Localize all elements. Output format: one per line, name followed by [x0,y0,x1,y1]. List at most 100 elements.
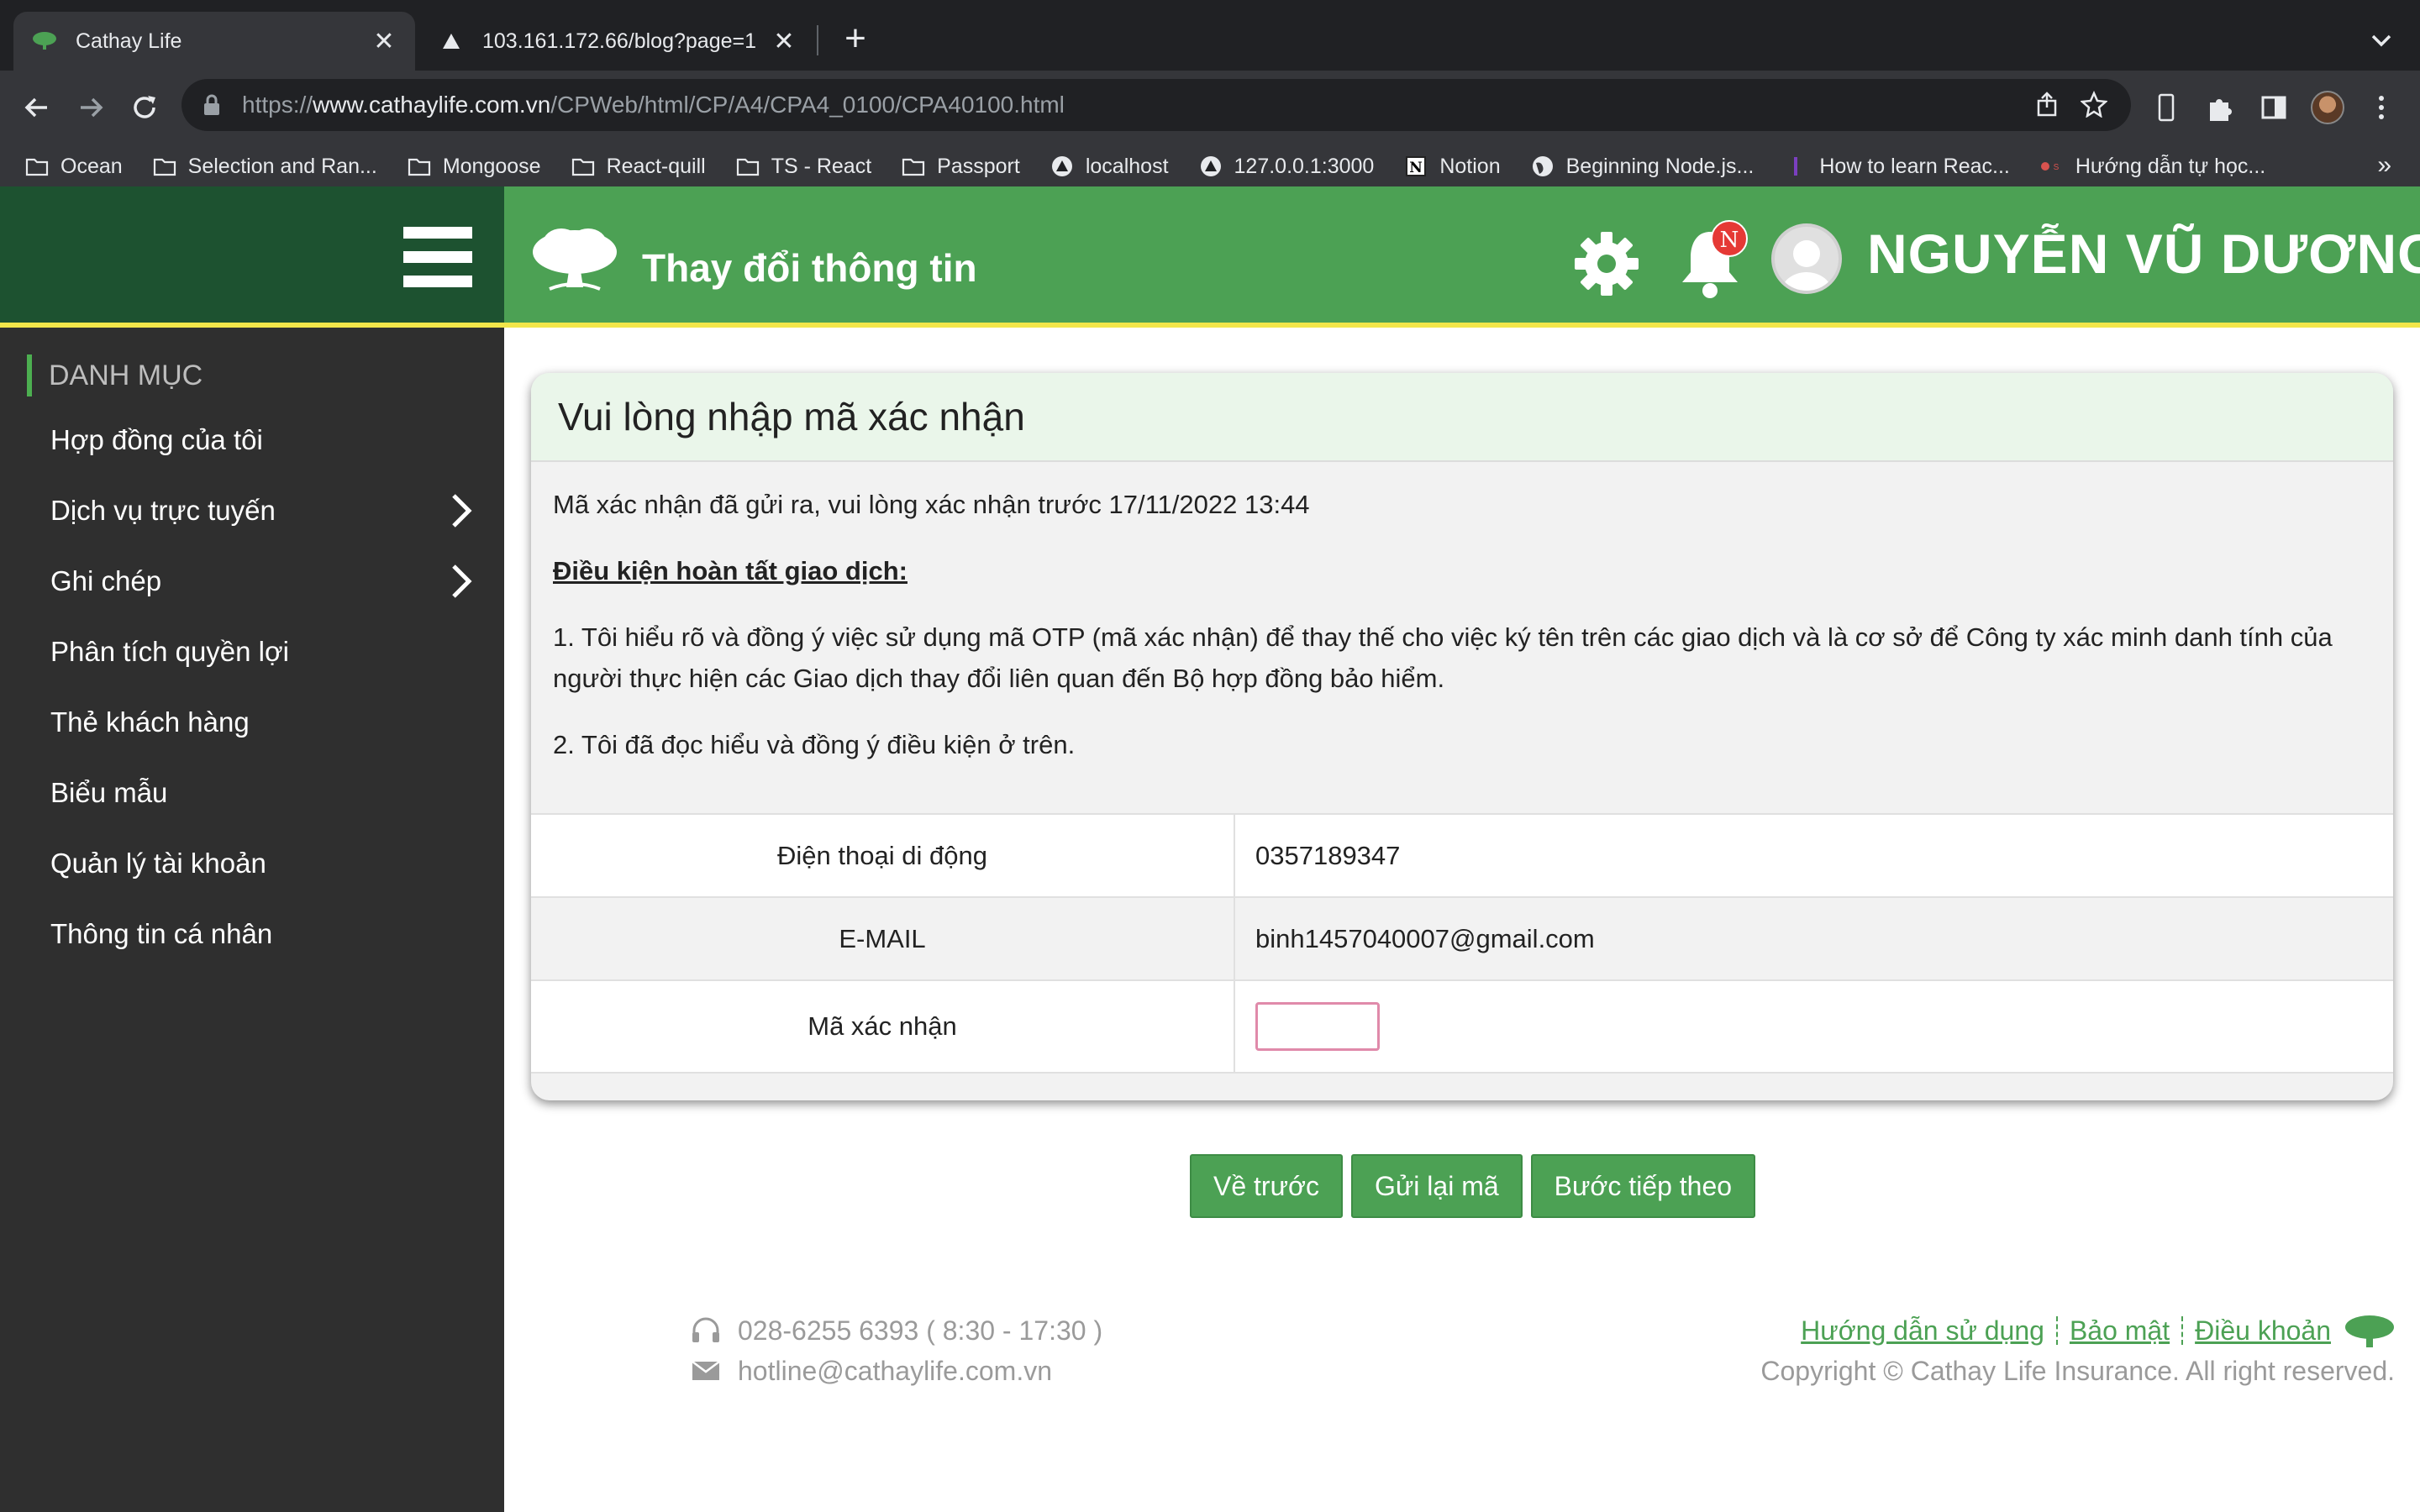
condition-2: 2. Tôi đã đọc hiểu và đồng ý điều kiện ở… [553,730,1076,759]
browser-tabstrip: Cathay Life ✕ 103.161.172.66/blog?page=1… [0,0,2420,71]
otp-notice: Mã xác nhận đã gửi ra, vui lòng xác nhận… [553,490,1310,519]
phone-icon[interactable] [2143,84,2190,131]
sidebar-item-label: Hợp đồng của tôi [50,424,263,455]
resend-code-button[interactable]: Gửi lại mã [1350,1154,1523,1218]
next-step-button[interactable]: Bước tiếp theo [1530,1154,1756,1218]
bookmark-item[interactable]: Mongoose [406,153,541,180]
hamburger-menu-icon[interactable] [403,227,472,287]
reload-icon[interactable] [121,84,168,131]
otp-input[interactable] [1255,1002,1380,1051]
chevron-right-icon[interactable] [442,492,479,529]
otp-cell [1235,981,2393,1072]
address-bar[interactable]: https://www.cathaylife.com.vn/CPWeb/html… [182,79,2131,131]
bookmark-item[interactable]: S Hướng dẫn tự học... [2039,153,2265,180]
back-arrow-icon[interactable] [13,84,60,131]
chevron-right-icon[interactable] [442,563,479,600]
bookmark-label: localhost [1085,154,1169,178]
svg-text:S: S [2054,163,2060,172]
sidebar-item[interactable]: Biểu mẫu [0,758,504,828]
mail-icon [689,1354,723,1388]
site-icon: S [2039,153,2065,180]
folder-icon [24,153,50,180]
puzzle-icon[interactable] [2196,84,2244,131]
divider [2181,1316,2184,1345]
otp-label: Mã xác nhận [531,981,1235,1072]
sidebar-item[interactable]: Phân tích quyền lợi [0,617,504,687]
copyright-text: Copyright © Cathay Life Insurance. All r… [1760,1356,2395,1386]
lock-icon[interactable] [200,93,224,117]
bookmark-label: Mongoose [442,154,541,178]
info-table: Điện thoại di động 0357189347 E-MAIL bin… [531,813,2393,1074]
sidebar-item-label: Biểu mẫu [50,777,168,808]
phone-value: 0357189347 [1255,840,1401,870]
cathay-tree-logo[interactable] [531,223,618,294]
bookmark-item[interactable]: Passport [900,153,1020,180]
sidebar: DANH MỤC Hợp đồng của tôi Dịch vụ trực tu… [0,186,504,1512]
sidepanel-icon[interactable] [2250,84,2297,131]
email-label: E-MAIL [531,898,1235,979]
bookmark-label: Beginning Node.js... [1565,154,1754,178]
forward-arrow-icon[interactable] [67,84,114,131]
table-row: E-MAIL binh1457040007@gmail.com [531,898,2393,981]
bookmark-item[interactable]: React-quill [570,153,706,180]
bookmark-item[interactable]: Selection and Ran... [151,153,377,180]
bookmark-label: Hướng dẫn tự học... [2075,154,2266,178]
tab-cathay-life[interactable]: Cathay Life ✕ [13,12,415,71]
bookmark-item[interactable]: 127.0.0.1:3000 [1197,153,1375,180]
page-title: Thay đổi thông tin [642,246,977,290]
bookmark-label: Notion [1439,154,1501,178]
conditions-heading: Điều kiện hoàn tất giao dịch: [553,556,908,585]
condition-1: 1. Tôi hiểu rõ và đồng ý việc sử dụng mã… [553,622,2333,693]
back-button[interactable]: Về trước [1190,1154,1343,1218]
tab-divider [817,25,818,55]
sidebar-item-label: Dịch vụ trực tuyến [50,495,276,526]
bookmark-item[interactable]: TS - React [734,153,871,180]
bookmark-item[interactable]: N Notion [1402,153,1501,180]
sidebar-item-label: Phân tích quyền lợi [50,636,289,667]
bookmark-item[interactable]: Ocean [24,153,123,180]
footer-link-terms[interactable]: Điều khoản [2195,1310,2331,1351]
profile-avatar[interactable] [2304,84,2351,131]
folder-icon [900,153,927,180]
close-icon[interactable]: ✕ [370,27,398,55]
star-icon[interactable] [2080,90,2108,122]
user-avatar[interactable] [1771,223,1842,294]
sidebar-item[interactable]: Thông tin cá nhân [0,899,504,969]
email-value: binh1457040007@gmail.com [1255,923,1595,953]
bookmark-item[interactable]: How to learn Reac... [1782,153,2010,180]
globe-icon [1529,153,1556,180]
svg-text:N: N [1410,160,1423,176]
gear-icon[interactable] [1571,228,1642,299]
sidebar-item-label: Quản lý tài khoản [50,848,266,879]
kebab-menu-icon[interactable] [2358,84,2405,131]
footer-link-privacy[interactable]: Bảo mật [2070,1310,2170,1351]
footer-legal: Hướng dẫn sử dụng Bảo mật Điều khoản Cop… [1760,1310,2395,1391]
url-text: https://www.cathaylife.com.vn/CPWeb/html… [242,92,1065,118]
new-tab-button[interactable]: + [837,20,874,59]
sidebar-header [0,186,504,328]
bookmark-item[interactable]: localhost [1049,153,1169,180]
sidebar-item[interactable]: Ghi chép [0,546,504,617]
sidebar-item-label: Thẻ khách hàng [50,706,250,738]
bookmarks-overflow-button[interactable]: » [2377,151,2391,180]
folder-icon [570,153,597,180]
tab-blog[interactable]: 103.161.172.66/blog?page=1 ✕ [420,12,815,71]
table-row: Điện thoại di động 0357189347 [531,815,2393,898]
action-buttons: Về trước Gửi lại mã Bước tiếp theo [1190,1154,1756,1218]
triangle-icon [1197,153,1224,180]
share-icon[interactable] [2033,91,2060,122]
sidebar-item[interactable]: Hợp đồng của tôi [0,405,504,475]
user-name[interactable]: NGUYỄN VŨ DƯƠNG [1867,222,2420,286]
chevron-down-icon[interactable] [2366,25,2396,55]
folder-icon [734,153,761,180]
footer-link-guide[interactable]: Hướng dẫn sử dụng [1801,1310,2044,1351]
sidebar-item[interactable]: Dịch vụ trực tuyến [0,475,504,546]
folder-icon [406,153,433,180]
close-icon[interactable]: ✕ [770,27,798,55]
bookmark-item[interactable]: Beginning Node.js... [1529,153,1754,180]
sidebar-item[interactable]: Thẻ khách hàng [0,687,504,758]
sidebar-menu: DANH MỤC Hợp đồng của tôi Dịch vụ trực tu… [0,329,504,969]
sidebar-item[interactable]: Quản lý tài khoản [0,828,504,899]
bookmark-label: 127.0.0.1:3000 [1234,154,1375,178]
hotline-email[interactable]: hotline@cathaylife.com.vn [738,1351,1052,1391]
